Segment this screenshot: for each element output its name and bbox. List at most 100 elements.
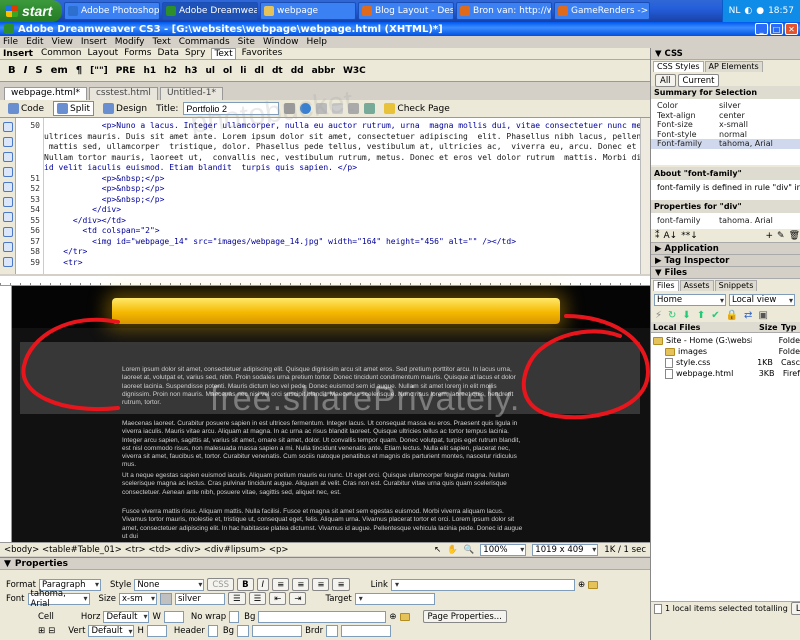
link-input[interactable] [390, 578, 575, 591]
font-select[interactable]: tahoma, Arial [27, 589, 90, 609]
file-row[interactable]: Site - Home (G:\websi... Folde [651, 335, 800, 346]
code-line[interactable]: id velit iaculis euismod. Etiam blandit … [44, 163, 357, 173]
document-tab[interactable]: csstest.html [88, 87, 158, 100]
show-category-icon[interactable]: ⁑ [655, 231, 660, 241]
delete-rule-icon[interactable]: 🗑 [789, 231, 800, 241]
height-input[interactable] [146, 625, 167, 637]
language-indicator[interactable]: NL [729, 6, 741, 16]
insert-tab-forms[interactable]: Forms [124, 48, 151, 60]
file-row[interactable]: images Folde [651, 346, 800, 357]
log-button[interactable]: Log... [790, 602, 800, 615]
check-page-button[interactable]: Check Page [380, 101, 453, 116]
zoom-select[interactable]: 100% [480, 543, 527, 556]
put-files-icon[interactable]: ⬆ [697, 310, 705, 321]
insert-tab-common[interactable]: Common [41, 48, 82, 60]
taskbar-button[interactable]: GameRenders -> Pos... [554, 2, 650, 20]
coding-tool-icon[interactable] [3, 227, 13, 237]
summary-row[interactable]: Text-align center [651, 111, 800, 121]
code-line[interactable]: <p>Nuno a lacus. Integer ullamcorper, nu… [44, 121, 640, 131]
text-tool-button[interactable]: ¶ [76, 65, 82, 76]
start-button[interactable]: start [0, 0, 62, 22]
browse-folder-icon[interactable] [588, 580, 599, 589]
summary-row[interactable]: Font-style normal [651, 130, 800, 140]
files-panel-tab[interactable]: Files [653, 280, 679, 291]
text-tool-button[interactable]: em [51, 65, 68, 76]
connect-icon[interactable]: ⚡ [655, 310, 662, 321]
document-tab[interactable]: webpage.html* [4, 87, 87, 100]
summary-row[interactable]: Color silver [651, 101, 800, 111]
align-left-button[interactable]: ≡ [272, 578, 290, 591]
taskbar-button[interactable]: Adobe Dreamweaver ... [162, 2, 258, 20]
menu-commands[interactable]: Commands [179, 37, 230, 47]
css-all-button[interactable]: All [655, 74, 676, 87]
color-input[interactable]: silver [174, 592, 225, 605]
code-view-button[interactable]: Code [4, 101, 48, 116]
nowrap-checkbox[interactable] [229, 610, 240, 623]
tray-icon[interactable]: ◐ [744, 6, 752, 16]
split-view-button[interactable]: Split [53, 101, 95, 116]
css-current-button[interactable]: Current [677, 74, 720, 87]
vert-select[interactable]: Default [88, 625, 135, 637]
code-line[interactable]: <tr> [44, 258, 82, 268]
text-tool-button[interactable]: abbr [312, 66, 335, 76]
text-tool-button[interactable]: W3C [343, 66, 366, 76]
validate-icon[interactable] [364, 103, 376, 114]
menu-help[interactable]: Help [306, 37, 327, 47]
target-select[interactable] [354, 592, 435, 605]
summary-row[interactable]: Font-family tahoma, Arial [651, 139, 800, 149]
align-center-button[interactable]: ≡ [292, 578, 310, 591]
view-select[interactable]: Local view [729, 294, 795, 306]
tag-selector[interactable]: <body> <table#Table_01> <tr> <td> <div> … [4, 545, 289, 555]
code-line[interactable]: Nullam tortor mauris, laoreet ut, conval… [44, 153, 640, 163]
insert-tab-spry[interactable]: Spry [185, 48, 205, 60]
text-tool-button[interactable]: h2 [164, 66, 177, 76]
code-line[interactable]: <img id="webpage_14" src="images/webpage… [44, 237, 516, 247]
merge-cells-icon[interactable]: ⊞ [38, 626, 45, 636]
text-tool-button[interactable]: I [24, 65, 28, 76]
coding-tool-icon[interactable] [3, 182, 13, 192]
indent-button[interactable]: ⇥ [289, 592, 307, 605]
menu-site[interactable]: Site [238, 37, 255, 47]
taskbar-button[interactable]: webpage [260, 2, 356, 20]
site-select[interactable]: Home [654, 294, 726, 306]
size-select[interactable]: x-sm [118, 592, 157, 605]
insert-tab-layout[interactable]: Layout [88, 48, 119, 60]
css-button[interactable]: CSS [207, 578, 235, 591]
text-tool-button[interactable]: ul [205, 66, 215, 76]
lorem-paragraph[interactable]: Fusce viverra mattis risus. Aliquam matt… [122, 508, 526, 538]
taskbar-button[interactable]: Adobe Photoshop CS... [64, 2, 160, 20]
insert-bar-label[interactable]: Insert [3, 49, 33, 59]
menu-file[interactable]: File [3, 37, 18, 47]
code-line[interactable]: <p>&nbsp;</p> [44, 195, 165, 205]
css-panel-tab[interactable]: CSS Styles [653, 61, 704, 72]
coding-tool-icon[interactable] [3, 137, 13, 147]
text-tool-button[interactable]: B [8, 65, 16, 76]
text-tool-button[interactable]: dd [291, 66, 304, 76]
document-tab[interactable]: Untitled-1* [159, 87, 224, 100]
insert-tab-favorites[interactable]: Favorites [242, 48, 283, 60]
taskbar-button[interactable]: Blog Layout - Design ... [358, 2, 454, 20]
browse-folder-icon[interactable] [399, 612, 410, 621]
refresh-icon[interactable]: ↻ [668, 310, 676, 321]
point-to-file-icon[interactable]: ⊕ [389, 612, 396, 622]
text-tool-button[interactable]: [""] [90, 66, 108, 76]
coding-tool-icon[interactable] [3, 167, 13, 177]
split-cell-icon[interactable]: ⊟ [48, 626, 55, 636]
text-tool-button[interactable]: h1 [143, 66, 156, 76]
width-input[interactable] [163, 610, 184, 623]
code-line[interactable]: ultrices mauris. Duis sit amet ante. Lor… [44, 132, 640, 142]
code-line[interactable]: <td colspan="2"> [44, 226, 160, 236]
bg-color-swatch[interactable] [237, 625, 250, 637]
text-tool-button[interactable]: ol [223, 66, 232, 76]
border-color-input[interactable] [341, 625, 392, 637]
insert-tab-data[interactable]: Data [158, 48, 180, 60]
menu-edit[interactable]: Edit [26, 37, 43, 47]
menu-text[interactable]: Text [153, 37, 171, 47]
code-line[interactable]: <p>&nbsp;</p> [44, 184, 165, 194]
horz-select[interactable]: Default [103, 610, 150, 623]
color-swatch[interactable] [159, 592, 172, 605]
menu-window[interactable]: Window [263, 37, 299, 47]
css-panel-header[interactable]: ▼ CSS [651, 48, 800, 60]
border-color-swatch[interactable] [326, 625, 339, 637]
new-rule-icon[interactable]: + [765, 231, 773, 241]
